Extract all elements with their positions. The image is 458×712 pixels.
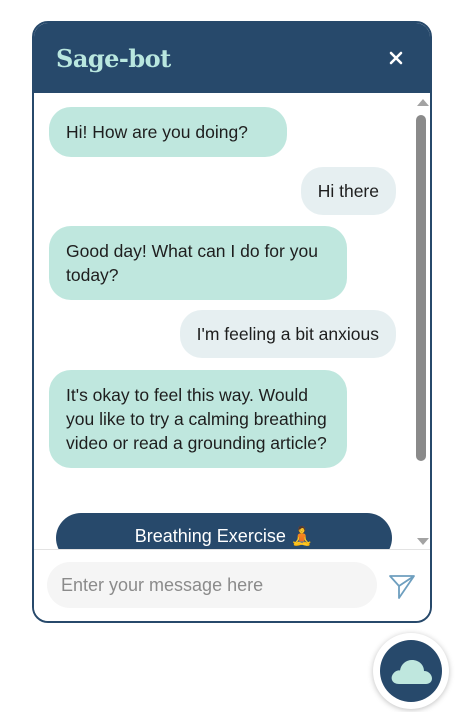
- bot-message: Hi! How are you doing?: [49, 107, 287, 157]
- chat-launcher-button[interactable]: [373, 633, 449, 709]
- input-bar: [34, 549, 430, 621]
- chat-window: Sage-bot Hi! How are you doing? Hi there…: [32, 21, 432, 623]
- bot-message: It's okay to feel this way. Would you li…: [49, 370, 347, 468]
- paper-plane-icon[interactable]: [388, 572, 416, 600]
- cloud-icon: [380, 640, 442, 702]
- breathing-exercise-label: Breathing Exercise 🧘: [134, 526, 314, 546]
- message-input[interactable]: [47, 562, 377, 608]
- scroll-up-arrow-icon[interactable]: [417, 99, 429, 106]
- user-message: I'm feeling a bit anxious: [179, 310, 396, 358]
- scrollbar[interactable]: [412, 93, 430, 551]
- chat-header: Sage-bot: [34, 23, 430, 93]
- scrollbar-thumb[interactable]: [416, 115, 426, 461]
- breathing-exercise-button[interactable]: Breathing Exercise 🧘: [56, 513, 392, 551]
- scroll-down-arrow-icon[interactable]: [417, 538, 429, 545]
- messages-area[interactable]: Hi! How are you doing? Hi there Good day…: [34, 93, 430, 551]
- chat-title: Sage-bot: [56, 43, 171, 73]
- close-icon[interactable]: [386, 48, 406, 68]
- bot-message: Good day! What can I do for you today?: [49, 226, 347, 300]
- user-message: Hi there: [300, 167, 396, 215]
